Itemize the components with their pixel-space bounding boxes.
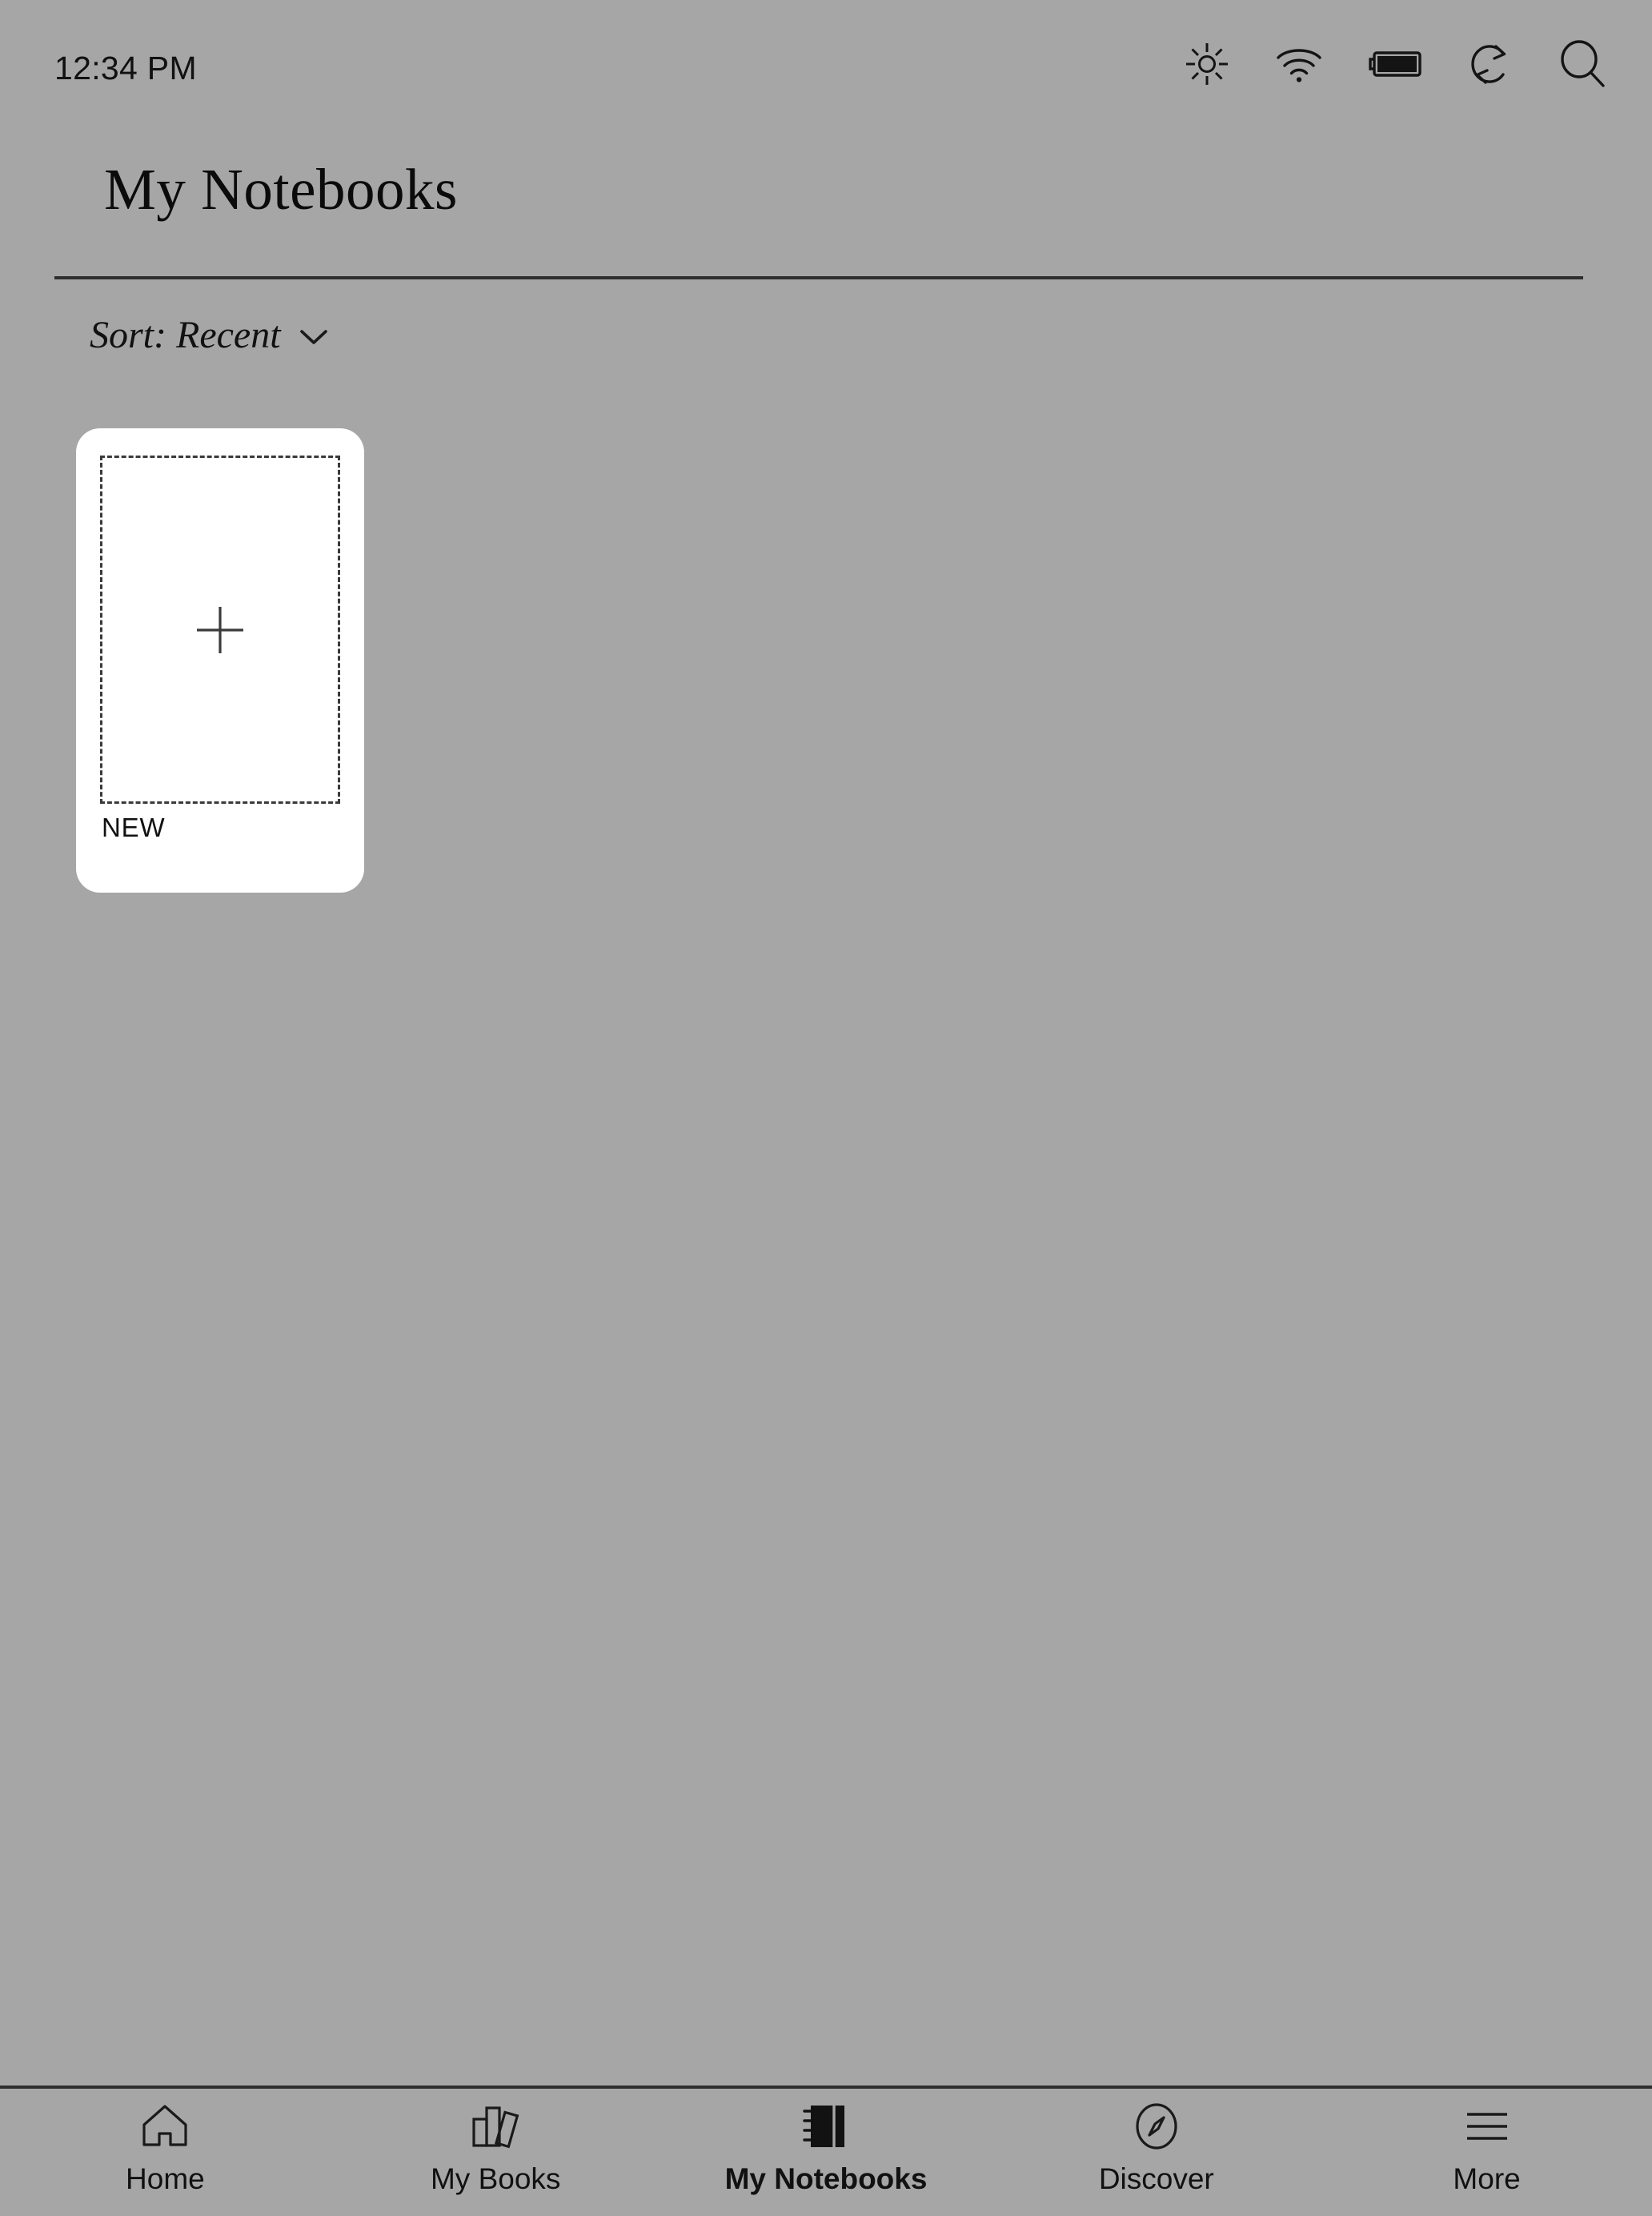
nav-label-more: More xyxy=(1453,2162,1521,2195)
brightness-icon[interactable] xyxy=(1185,42,1229,86)
ereader-screen: 12:34 PM My Notebooks Sort: Recent NEW H… xyxy=(0,0,1652,2216)
books-icon xyxy=(469,2102,522,2151)
header-divider xyxy=(54,276,1583,279)
nav-item-discover[interactable]: Discover xyxy=(991,2089,1321,2216)
sort-dropdown[interactable]: Sort: Recent xyxy=(90,311,329,359)
search-icon[interactable] xyxy=(1559,40,1606,88)
wifi-icon[interactable] xyxy=(1276,45,1322,83)
nav-item-more[interactable]: More xyxy=(1321,2089,1652,2216)
status-bar: 12:34 PM xyxy=(0,0,1652,136)
hamburger-icon xyxy=(1462,2102,1512,2151)
new-notebook-card[interactable]: NEW xyxy=(76,428,364,893)
home-icon xyxy=(140,2102,190,2151)
compass-icon xyxy=(1132,2102,1181,2151)
sync-icon[interactable] xyxy=(1468,41,1513,87)
chevron-down-icon xyxy=(299,327,329,347)
notebook-card-label: NEW xyxy=(102,813,166,842)
nav-item-home[interactable]: Home xyxy=(0,2089,331,2216)
nav-item-my-notebooks[interactable]: My Notebooks xyxy=(661,2089,992,2216)
status-bar-icons xyxy=(1185,40,1606,88)
notebook-icon xyxy=(801,2102,851,2151)
battery-icon[interactable] xyxy=(1369,50,1421,78)
nav-item-my-books[interactable]: My Books xyxy=(331,2089,661,2216)
page-title: My Notebooks xyxy=(104,157,458,222)
bottom-navigation-bar: Home My Books My Notebooks Discover More xyxy=(0,2089,1652,2216)
status-time: 12:34 PM xyxy=(54,50,197,86)
nav-label-home: Home xyxy=(126,2162,205,2195)
notebook-grid: NEW xyxy=(76,428,364,893)
nav-label-my-notebooks: My Notebooks xyxy=(724,2162,928,2195)
sort-label: Sort: Recent xyxy=(90,313,281,356)
nav-label-discover: Discover xyxy=(1098,2162,1214,2195)
new-notebook-thumbnail xyxy=(100,456,340,804)
plus-icon xyxy=(195,605,245,655)
nav-label-my-books: My Books xyxy=(430,2162,561,2195)
